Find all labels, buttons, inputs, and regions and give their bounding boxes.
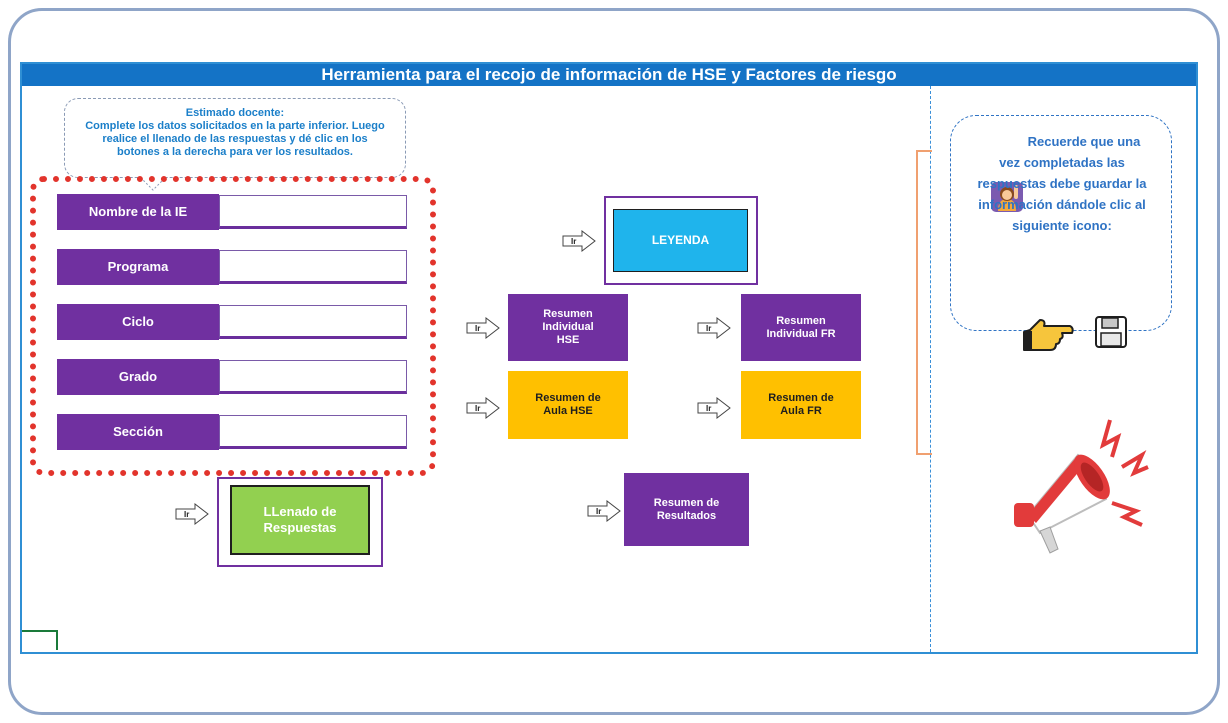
go-arrow-icon[interactable]: Ir <box>697 397 731 419</box>
instruction-heading: Estimado docente: <box>185 107 285 119</box>
field-label-seccion: Sección <box>57 414 219 450</box>
field-label-grado: Grado <box>57 359 219 395</box>
cell-cursor[interactable] <box>22 630 58 650</box>
field-input-ciclo[interactable] <box>219 305 407 339</box>
instruction-line: realice el llenado de las respuestas y d… <box>102 133 368 145</box>
arrow-label: Ir <box>475 404 480 413</box>
arrow-label: Ir <box>571 237 576 246</box>
field-input-grado[interactable] <box>219 360 407 394</box>
arrow-label: Ir <box>706 404 711 413</box>
field-input-nombre-ie[interactable] <box>219 195 407 229</box>
reminder-line: siguiente icono: <box>1012 218 1112 233</box>
go-arrow-icon[interactable]: Ir <box>466 317 500 339</box>
instruction-line: Complete los datos solicitados en la par… <box>85 120 385 132</box>
field-input-programa[interactable] <box>219 250 407 284</box>
resumen-individual-hse-button[interactable]: Resumen Individual HSE <box>508 294 628 361</box>
reminder-line: Recuerde que una <box>1027 134 1141 149</box>
reminder-line: vez completadas las <box>999 155 1125 170</box>
field-input-seccion[interactable] <box>219 415 407 449</box>
field-label-nombre-ie: Nombre de la IE <box>57 194 219 230</box>
go-arrow-icon[interactable]: Ir <box>697 317 731 339</box>
resumen-resultados-button[interactable]: Resumen de Resultados <box>624 473 749 546</box>
field-label-programa: Programa <box>57 249 219 285</box>
go-arrow-icon[interactable]: Ir <box>562 230 596 252</box>
arrow-label: Ir <box>706 324 711 333</box>
megaphone-icon <box>1014 419 1149 554</box>
leyenda-button[interactable]: LEYENDA <box>613 209 748 272</box>
page-title: Herramienta para el recojo de informació… <box>22 64 1196 86</box>
instruction-bubble: Estimado docente: Complete los datos sol… <box>64 98 406 178</box>
llenado-respuestas-button[interactable]: LLenado de Respuestas <box>230 485 370 555</box>
go-arrow-icon[interactable]: Ir <box>466 397 500 419</box>
reminder-line: información dándole clic al <box>978 197 1146 212</box>
callout-bracket <box>916 150 932 455</box>
go-arrow-icon[interactable]: Ir <box>587 500 621 522</box>
resumen-individual-fr-button[interactable]: Resumen Individual FR <box>741 294 861 361</box>
arrow-label: Ir <box>184 510 189 519</box>
pointing-hand-icon <box>1023 319 1074 351</box>
instruction-line: botones a la derecha para ver los result… <box>117 146 353 158</box>
floppy-disk-icon[interactable] <box>1094 315 1128 349</box>
reminder-text: Recuerde que una vez completadas las res… <box>958 131 1166 236</box>
reminder-line: respuestas debe guardar la <box>977 176 1147 191</box>
field-label-ciclo: Ciclo <box>57 304 219 340</box>
resumen-aula-fr-button[interactable]: Resumen de Aula FR <box>741 371 861 439</box>
arrow-label: Ir <box>475 324 480 333</box>
go-arrow-icon[interactable]: Ir <box>175 503 209 525</box>
arrow-label: Ir <box>596 507 601 516</box>
resumen-aula-hse-button[interactable]: Resumen de Aula HSE <box>508 371 628 439</box>
